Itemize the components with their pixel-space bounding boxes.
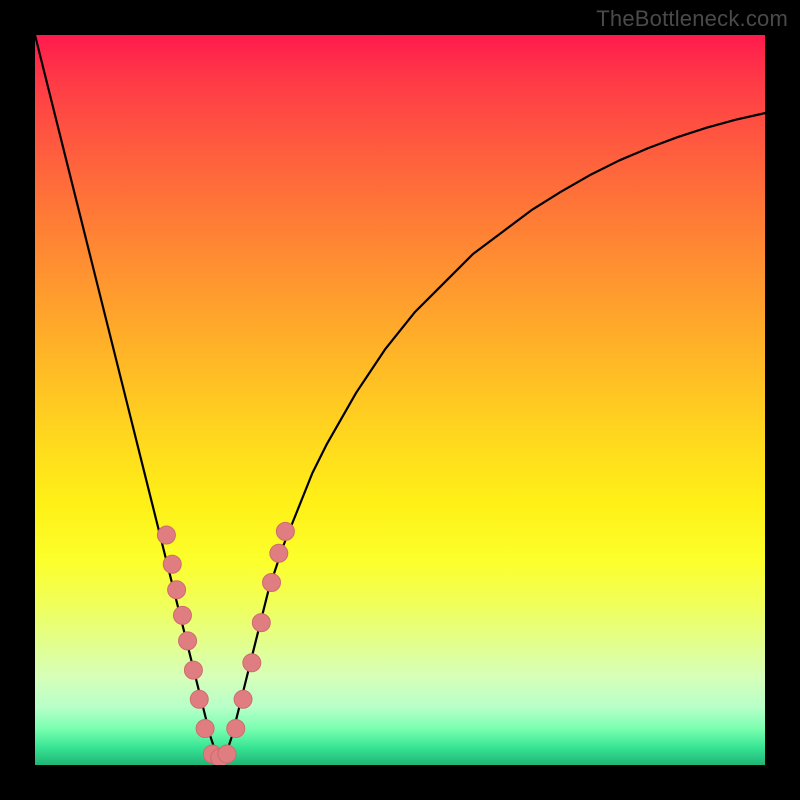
bottleneck-curve	[35, 35, 765, 758]
chart-svg	[35, 35, 765, 765]
watermark-text: TheBottleneck.com	[596, 6, 788, 32]
curve-marker	[218, 745, 236, 763]
curve-marker	[184, 661, 202, 679]
curve-marker	[190, 690, 208, 708]
curve-marker	[157, 526, 175, 544]
curve-marker	[270, 544, 288, 562]
curve-marker	[263, 574, 281, 592]
curve-marker	[252, 614, 270, 632]
curve-marker	[168, 581, 186, 599]
curve-marker	[173, 606, 191, 624]
curve-marker	[179, 632, 197, 650]
curve-marker	[163, 555, 181, 573]
chart-frame: TheBottleneck.com	[0, 0, 800, 800]
chart-plot-area	[35, 35, 765, 765]
curve-marker	[227, 720, 245, 738]
curve-marker	[234, 690, 252, 708]
curve-marker	[276, 522, 294, 540]
curve-marker	[243, 654, 261, 672]
curve-marker	[196, 720, 214, 738]
